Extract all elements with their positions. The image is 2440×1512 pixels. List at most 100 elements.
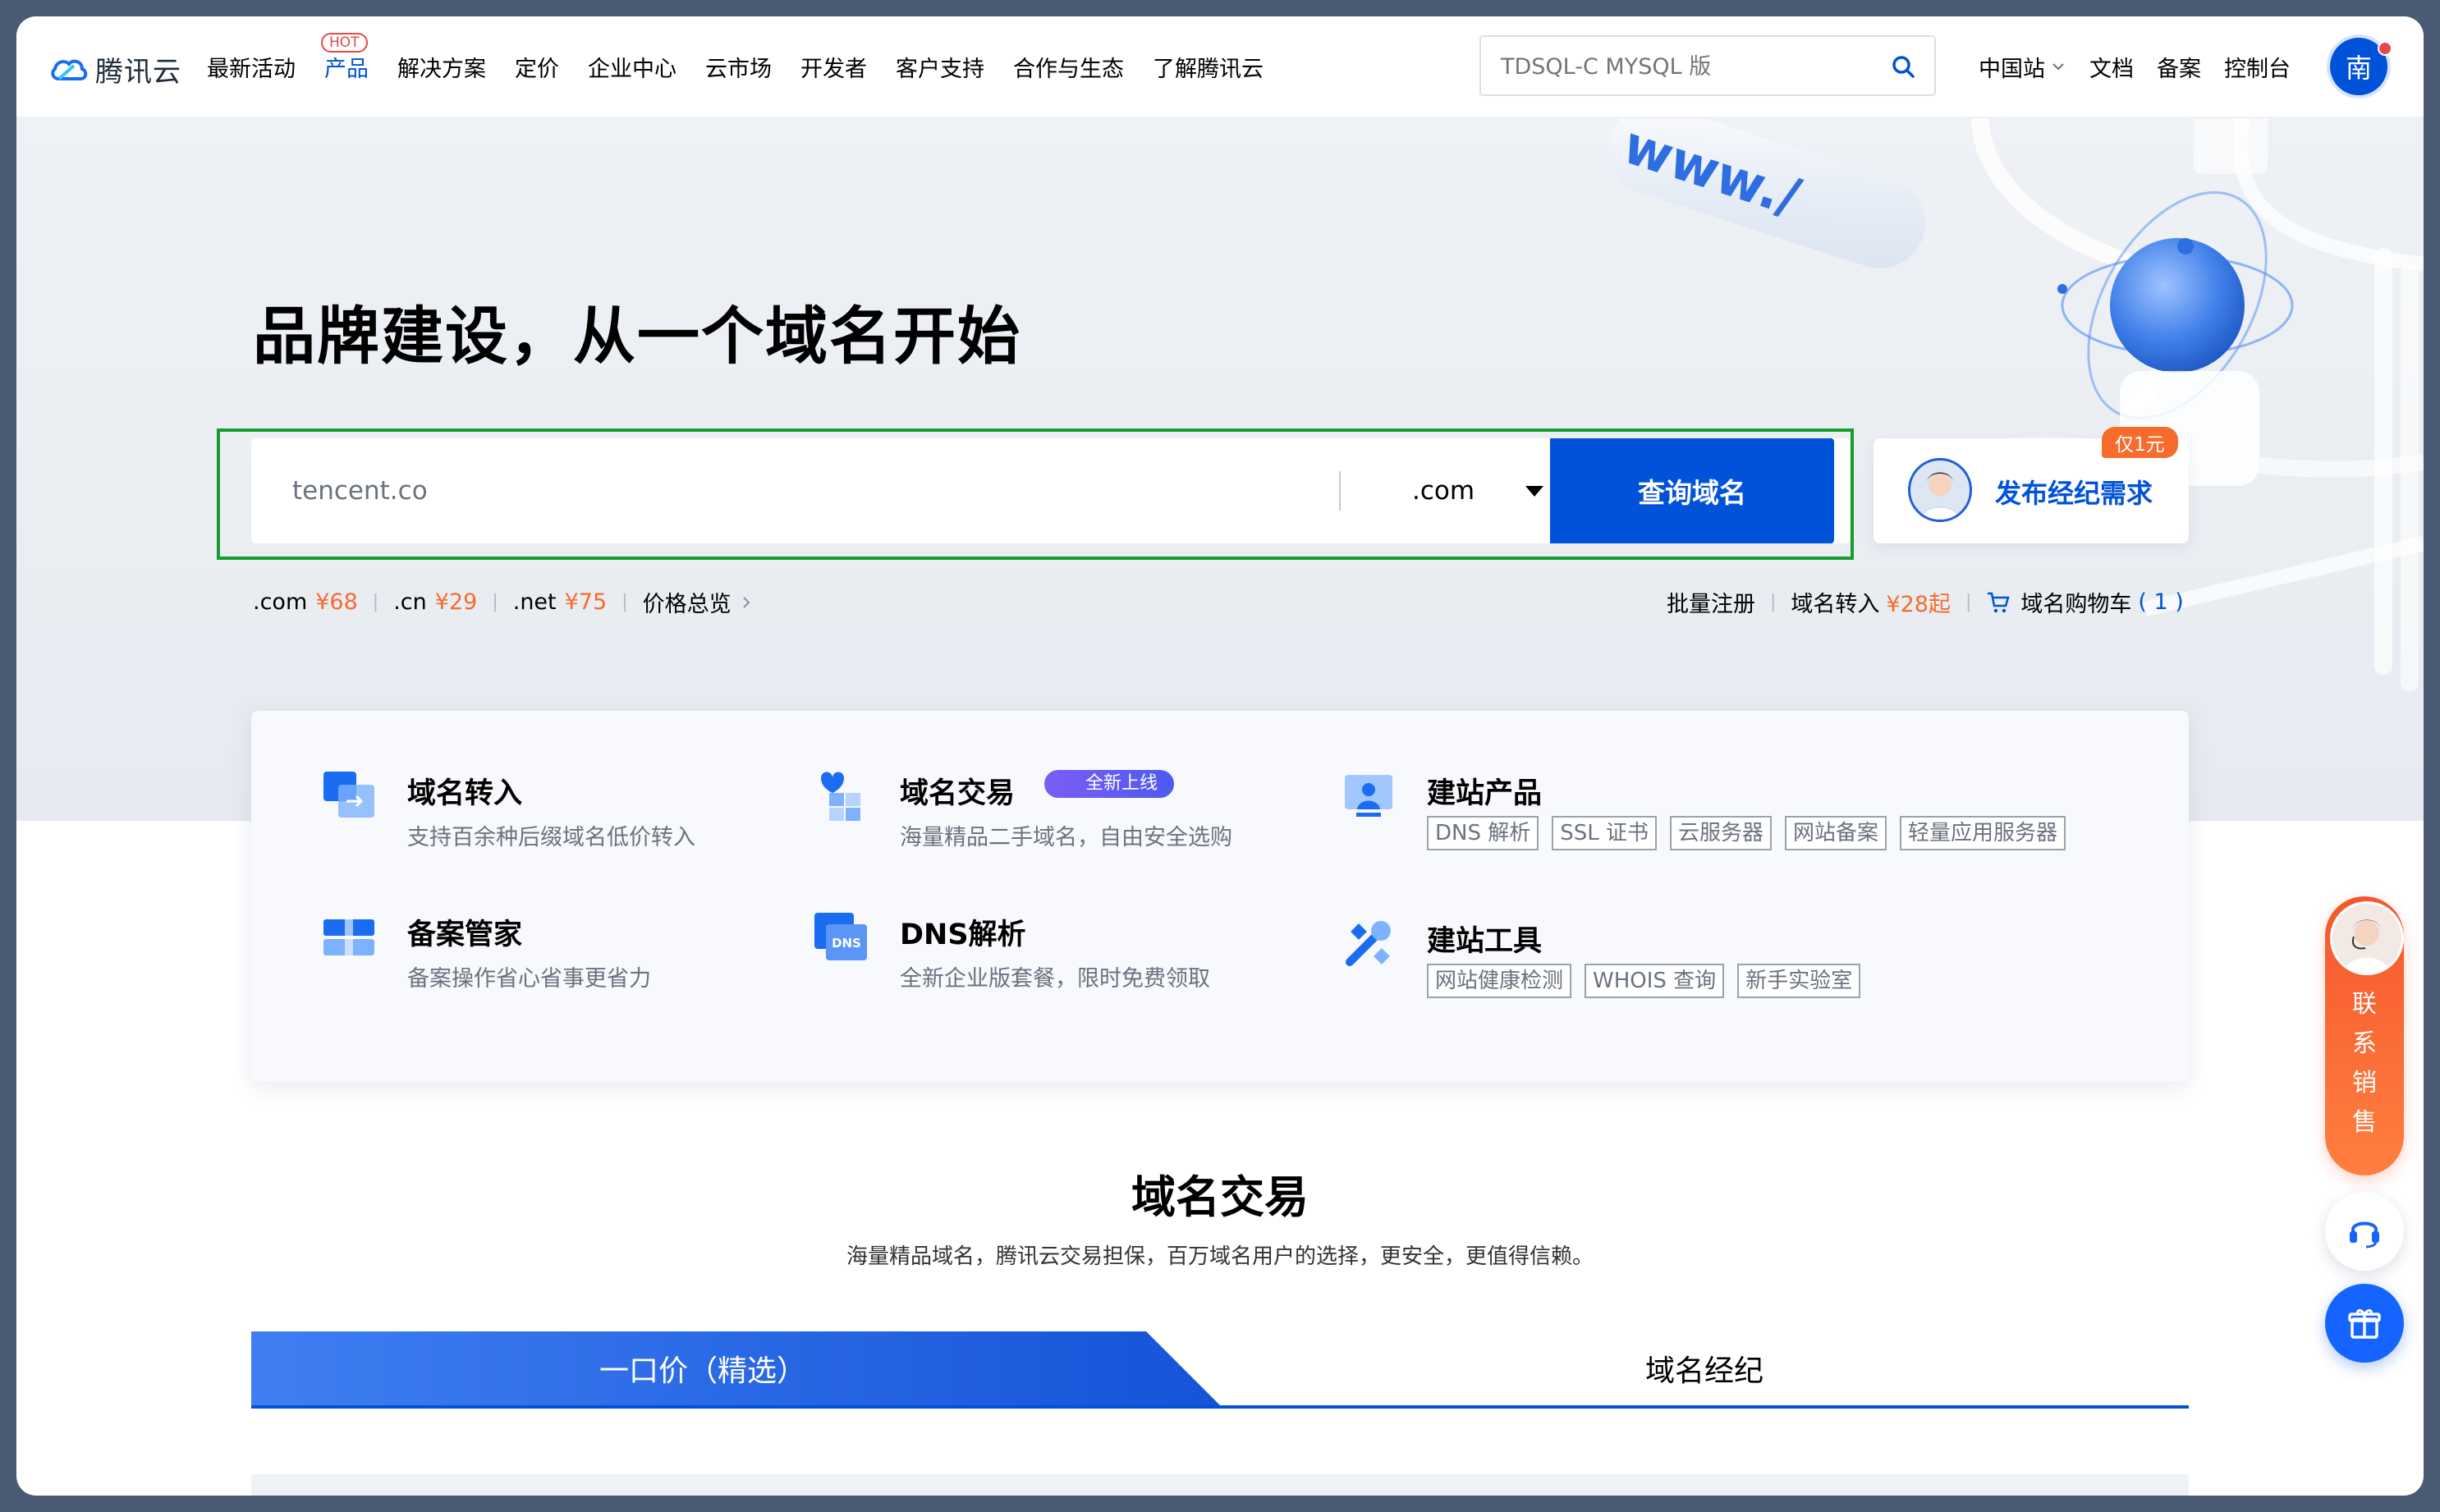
right-navigation: 中国站 文档 备案 控制台 [1979, 16, 2314, 117]
nav-item-products[interactable]: 产品 HOT [321, 32, 369, 83]
nav-item-developers[interactable]: 开发者 [800, 51, 867, 83]
global-search [1479, 35, 1936, 96]
price-item-cn[interactable]: .cn ¥29 [393, 589, 477, 615]
transfer-label: 域名转入 [1791, 592, 1880, 617]
chevron-right-icon [742, 596, 750, 608]
main-menu: 最新活动 产品 HOT 解决方案 定价 企业中心 云市场 开发者 客户支持 合作… [207, 16, 1292, 117]
product-site-tools: 建站工具 网站健康检测 WHOIS 查询 新手实验室 [1340, 914, 2079, 1005]
tag-ssl[interactable]: SSL 证书 [1552, 816, 1658, 850]
search-icon[interactable] [1890, 53, 1916, 80]
product-title: 域名转入 [407, 777, 523, 810]
product-dns[interactable]: DNS DNS解析 全新企业版套餐，限时免费领取 [813, 908, 1305, 998]
tag-lighthouse[interactable]: 轻量应用服务器 [1900, 816, 2066, 850]
domain-quick-links: 批量注册 | 域名转入 ¥28起 | 域名购物车 ( 1 ) [1667, 586, 2184, 618]
caret-down-icon [1525, 486, 1543, 497]
dns-icon: DNS [814, 913, 867, 960]
tag-beian[interactable]: 网站备案 [1785, 816, 1887, 850]
domain-search-input[interactable] [251, 438, 1332, 543]
suffix-label: .com [253, 589, 308, 615]
nav-item-partners[interactable]: 合作与生态 [1013, 51, 1124, 83]
product-title: DNS解析 [900, 919, 1026, 951]
top-navigation: 腾讯云 最新活动 产品 HOT 解决方案 定价 企业中心 云市场 开发者 客户支… [16, 16, 2424, 118]
global-search-input[interactable] [1499, 37, 1880, 96]
nav-item-products-label: 产品 [324, 56, 369, 82]
tab-fixed-price-label: 一口价（精选） [599, 1354, 806, 1388]
region-selector[interactable]: 中国站 [1979, 51, 2066, 83]
content-area-top [251, 1474, 2189, 1496]
suffix-label: .cn [393, 589, 427, 615]
tab-domain-broker[interactable]: 域名经纪 [1220, 1331, 2189, 1405]
tag-dns[interactable]: DNS 解析 [1427, 816, 1539, 850]
broker-avatar-icon [1908, 458, 1972, 522]
product-title: 域名交易 [900, 777, 1016, 810]
nav-item-pricing[interactable]: 定价 [515, 51, 559, 83]
domain-suffix-value: .com [1412, 476, 1475, 506]
docs-link[interactable]: 文档 [2089, 51, 2134, 83]
price-item-com[interactable]: .com ¥68 [253, 589, 358, 615]
cloud-logo-icon [51, 59, 88, 80]
suffix-price: ¥75 [564, 589, 608, 615]
headset-icon [2350, 1221, 2379, 1249]
section-title: 域名交易 [1131, 1171, 1309, 1223]
beian-manager-icon [323, 916, 374, 959]
cart-count: ( 1 ) [2138, 589, 2184, 615]
nav-item-about[interactable]: 了解腾讯云 [1153, 51, 1264, 83]
site-building-icon [1345, 775, 1392, 817]
nav-item-marketplace[interactable]: 云市场 [705, 51, 772, 83]
sales-char: 售 [2352, 1108, 2377, 1137]
beian-link[interactable]: 备案 [2157, 51, 2201, 83]
broker-price-badge: 仅1元 [2102, 427, 2178, 458]
tag-whois[interactable]: WHOIS 查询 [1585, 964, 1725, 998]
nav-item-solutions[interactable]: 解决方案 [397, 51, 486, 83]
product-domain-trade[interactable]: 域名交易 全新上线 海量精品二手域名，自由安全选购 [813, 767, 1305, 857]
divider: | [1965, 592, 1972, 612]
product-title: 建站产品 [1427, 777, 1543, 810]
query-domain-button[interactable]: 查询域名 [1550, 438, 1834, 543]
suffix-price: ¥29 [434, 589, 478, 615]
divider: | [492, 592, 498, 612]
bulk-register-link[interactable]: 批量注册 [1667, 586, 1755, 618]
nav-item-latest-events[interactable]: 最新活动 [207, 51, 296, 83]
domain-transfer-icon [323, 772, 374, 818]
input-divider [1339, 471, 1341, 511]
section-subtitle: 海量精品域名，腾讯云交易担保，百万域名用户的选择，更安全，更值得信赖。 [846, 1244, 1594, 1269]
cart-icon [1988, 592, 2011, 612]
trade-tabs: 一口价（精选） 域名经纪 [251, 1331, 2189, 1409]
contact-sales-button[interactable]: 联 系 销 售 [2325, 896, 2404, 1175]
customer-service-button[interactable] [2325, 1192, 2404, 1271]
chevron-down-icon [2052, 63, 2064, 71]
tab-fixed-price[interactable]: 一口价（精选） [251, 1331, 1220, 1409]
price-overview-label: 价格总览 [642, 592, 732, 617]
domain-transfer-link[interactable]: 域名转入 ¥28起 [1791, 586, 1951, 618]
tag-cvm[interactable]: 云服务器 [1670, 816, 1773, 850]
broker-request-label: 发布经纪需求 [1995, 478, 2153, 509]
cart-label: 域名购物车 [2020, 592, 2132, 617]
nav-item-enterprise[interactable]: 企业中心 [588, 51, 677, 83]
product-beian-manager[interactable]: 备案管家 备案操作省心省事更省力 [320, 908, 731, 998]
sales-char: 联 [2352, 990, 2377, 1019]
console-link[interactable]: 控制台 [2224, 51, 2291, 83]
suffix-price: ¥68 [315, 589, 358, 615]
sales-char: 系 [2352, 1029, 2377, 1058]
tag-lab[interactable]: 新手实验室 [1737, 964, 1861, 998]
tag-health-check[interactable]: 网站健康检测 [1427, 964, 1572, 998]
product-domain-transfer[interactable]: 域名转入 支持百余种后缀域名低价转入 [320, 767, 731, 857]
product-site-building: 建站产品 DNS 解析 SSL 证书 云服务器 网站备案 轻量应用服务器 [1340, 767, 2079, 857]
price-overview-link[interactable]: 价格总览 [643, 586, 753, 618]
hero-title: 品牌建设，从一个域名开始 [253, 300, 1021, 373]
nav-item-support[interactable]: 客户支持 [896, 51, 984, 83]
product-desc: 海量精品二手域名，自由安全选购 [900, 825, 1232, 850]
product-desc: 支持百余种后缀域名低价转入 [407, 825, 695, 850]
domain-trade-icon [821, 772, 860, 821]
divider: | [1770, 592, 1777, 612]
divider: | [372, 592, 379, 612]
site-tools-icon [1346, 921, 1391, 966]
domain-suffix-select[interactable]: .com [1350, 438, 1562, 543]
hot-badge: HOT [321, 32, 368, 53]
new-launch-badge: 全新上线 [1044, 770, 1175, 798]
gift-button[interactable] [2325, 1284, 2404, 1363]
price-item-net[interactable]: .net ¥75 [513, 589, 607, 615]
tencent-cloud-logo[interactable]: 腾讯云 [49, 49, 181, 89]
logo-text: 腾讯云 [95, 55, 181, 89]
domain-cart-link[interactable]: 域名购物车 ( 1 ) [1986, 586, 2184, 618]
